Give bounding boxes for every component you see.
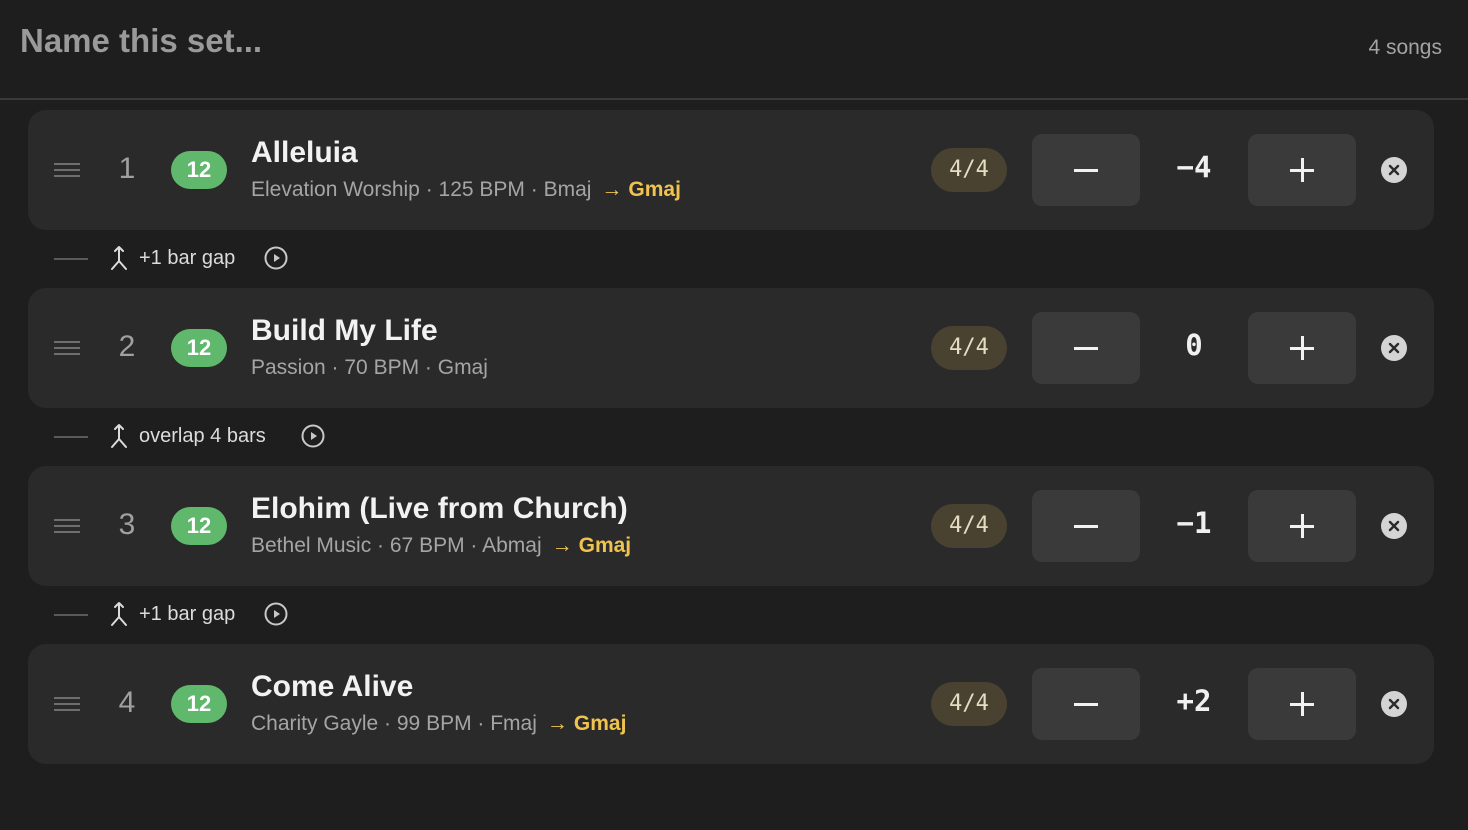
- merge-icon: [111, 602, 127, 626]
- transpose-down-button[interactable]: [1032, 134, 1140, 206]
- song-card[interactable]: 2 12 Build My Life Passion · 70 BPM · Gm…: [28, 288, 1434, 408]
- song-card[interactable]: 3 12 Elohim (Live from Church) Bethel Mu…: [28, 466, 1434, 586]
- song-title: Come Alive: [251, 670, 414, 703]
- song-list: 1 12 Alleluia Elevation Worship · 125 BP…: [28, 110, 1434, 764]
- minus-icon: [1074, 525, 1098, 528]
- minus-icon: [1074, 703, 1098, 706]
- set-header: 4 songs: [0, 0, 1468, 100]
- song-meta: Bethel Music · 67 BPM · Abmaj → Gmaj: [251, 534, 631, 558]
- song-badge: 12: [171, 329, 227, 367]
- transpose-up-button[interactable]: [1248, 668, 1356, 740]
- close-circle-icon[interactable]: [1381, 691, 1407, 717]
- key-change-arrow-icon: →: [546, 712, 568, 735]
- transpose-down-button[interactable]: [1032, 490, 1140, 562]
- song-title: Elohim (Live from Church): [251, 492, 628, 525]
- song-title: Build My Life: [251, 314, 438, 347]
- key-change-arrow-icon: →: [551, 534, 573, 557]
- drag-handle-icon[interactable]: [54, 341, 80, 355]
- target-key: Gmaj: [628, 178, 681, 201]
- transpose-up-button[interactable]: [1248, 490, 1356, 562]
- divider: [54, 614, 88, 616]
- transition-row: +1 bar gap: [28, 230, 1434, 288]
- song-meta-text: Passion · 70 BPM · Gmaj: [251, 356, 488, 379]
- song-meta: Charity Gayle · 99 BPM · Fmaj → Gmaj: [251, 712, 626, 736]
- transpose-value: 0: [1185, 328, 1203, 362]
- play-circle-icon[interactable]: [264, 246, 288, 270]
- song-meta-text: Bethel Music · 67 BPM · Abmaj: [251, 534, 542, 557]
- divider: [54, 436, 88, 438]
- transition-row: overlap 4 bars: [28, 408, 1434, 466]
- song-card[interactable]: 1 12 Alleluia Elevation Worship · 125 BP…: [28, 110, 1434, 230]
- set-name-input[interactable]: [20, 22, 720, 60]
- merge-icon: [111, 424, 127, 448]
- song-index: 2: [118, 330, 136, 363]
- song-badge: 12: [171, 151, 227, 189]
- song-badge: 12: [171, 685, 227, 723]
- transition-label: +1 bar gap: [139, 603, 236, 625]
- play-circle-icon[interactable]: [301, 424, 325, 448]
- song-card[interactable]: 4 12 Come Alive Charity Gayle · 99 BPM ·…: [28, 644, 1434, 764]
- transition-label: +1 bar gap: [139, 247, 236, 269]
- play-circle-icon[interactable]: [264, 602, 288, 626]
- song-badge: 12: [171, 507, 227, 545]
- drag-handle-icon[interactable]: [54, 519, 80, 533]
- song-meta-text: Charity Gayle · 99 BPM · Fmaj: [251, 712, 537, 735]
- time-signature-badge[interactable]: 4/4: [931, 326, 1007, 370]
- song-index: 4: [118, 686, 136, 719]
- close-circle-icon[interactable]: [1381, 513, 1407, 539]
- song-index: 1: [118, 152, 136, 185]
- target-key: Gmaj: [573, 712, 627, 735]
- song-title: Alleluia: [251, 136, 358, 169]
- song-meta-text: Elevation Worship · 125 BPM · Bmaj: [251, 178, 592, 201]
- divider: [54, 258, 88, 260]
- song-meta: Passion · 70 BPM · Gmaj: [251, 356, 488, 380]
- target-key: Gmaj: [578, 534, 632, 557]
- time-signature-badge[interactable]: 4/4: [931, 504, 1007, 548]
- song-index: 3: [118, 508, 136, 541]
- transpose-value: −1: [1176, 506, 1212, 540]
- transpose-down-button[interactable]: [1032, 312, 1140, 384]
- minus-icon: [1074, 347, 1098, 350]
- time-signature-badge[interactable]: 4/4: [931, 148, 1007, 192]
- close-circle-icon[interactable]: [1381, 335, 1407, 361]
- transpose-value: +2: [1176, 684, 1212, 718]
- key-change-arrow-icon: →: [601, 178, 623, 201]
- song-meta: Elevation Worship · 125 BPM · Bmaj → Gmaj: [251, 178, 681, 202]
- transition-row: +1 bar gap: [28, 586, 1434, 644]
- transpose-value: −4: [1176, 150, 1212, 184]
- drag-handle-icon[interactable]: [54, 163, 80, 177]
- transpose-up-button[interactable]: [1248, 312, 1356, 384]
- time-signature-badge[interactable]: 4/4: [931, 682, 1007, 726]
- transpose-up-button[interactable]: [1248, 134, 1356, 206]
- song-count: 4 songs: [1368, 36, 1442, 59]
- close-circle-icon[interactable]: [1381, 157, 1407, 183]
- minus-icon: [1074, 169, 1098, 172]
- merge-icon: [111, 246, 127, 270]
- drag-handle-icon[interactable]: [54, 697, 80, 711]
- transpose-down-button[interactable]: [1032, 668, 1140, 740]
- transition-label: overlap 4 bars: [139, 425, 266, 447]
